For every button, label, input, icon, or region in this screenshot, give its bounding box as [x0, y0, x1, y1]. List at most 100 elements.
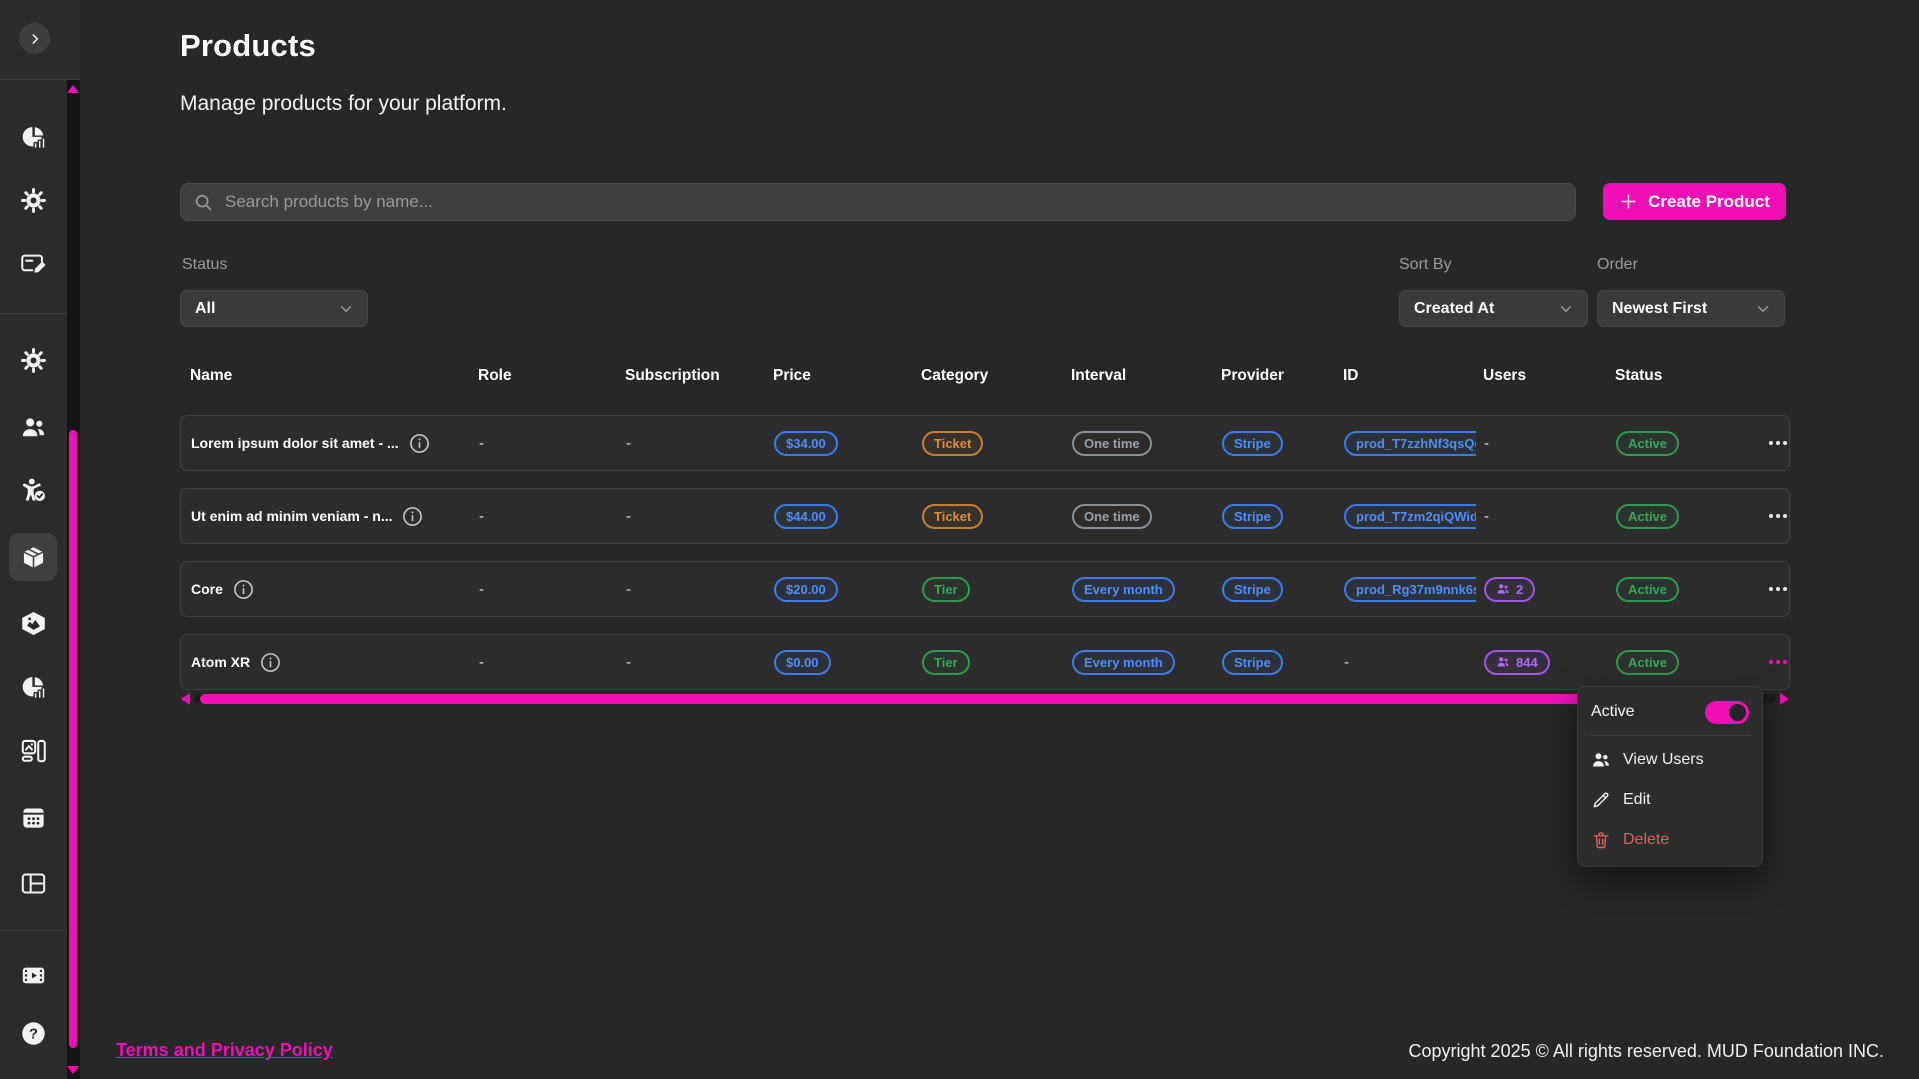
- row-actions-button[interactable]: [1765, 654, 1789, 670]
- info-icon[interactable]: [409, 433, 430, 454]
- users-value: -: [1484, 508, 1489, 525]
- menu-item-edit[interactable]: Edit: [1578, 780, 1762, 820]
- sidebar-item-help[interactable]: ?: [9, 1009, 57, 1057]
- search-input[interactable]: [180, 183, 1576, 221]
- sidebar-item-settings[interactable]: [9, 336, 57, 384]
- sidebar-item-billing[interactable]: [9, 239, 57, 287]
- users-icon: [1591, 750, 1611, 770]
- subscription-value: -: [626, 435, 631, 452]
- status-filter-value: All: [195, 300, 215, 318]
- sortby-filter-select[interactable]: Created At: [1399, 290, 1588, 327]
- interval-badge: One time: [1072, 431, 1152, 456]
- product-name: Lorem ipsum dolor sit amet - ...: [191, 435, 399, 451]
- sidebar-item-events[interactable]: [9, 793, 57, 841]
- video-player-icon: [20, 962, 47, 989]
- toggle-knob: [1729, 704, 1746, 721]
- column-header-subscription: Subscription: [617, 367, 765, 385]
- sidebar-header: [0, 0, 80, 80]
- active-toggle-label: Active: [1591, 703, 1635, 721]
- sidebar-scrollbar-thumb[interactable]: [69, 430, 77, 1048]
- sidebar-item-assets[interactable]: [9, 599, 57, 647]
- users-icon: [20, 414, 47, 441]
- info-icon[interactable]: [233, 579, 254, 600]
- row-context-menu: Active View Users Edit Delete: [1577, 686, 1763, 867]
- row-actions-button[interactable]: [1765, 435, 1789, 451]
- person-check-icon: [20, 477, 47, 504]
- scroll-left-arrow-icon[interactable]: [181, 693, 190, 705]
- scroll-right-arrow-icon[interactable]: [1780, 693, 1789, 705]
- order-filter-select[interactable]: Newest First: [1597, 290, 1785, 327]
- subscription-value: -: [626, 654, 631, 671]
- column-header-provider: Provider: [1213, 367, 1335, 385]
- row-actions-button[interactable]: [1765, 508, 1789, 524]
- product-id-value: -: [1344, 654, 1349, 671]
- users-icon: [1496, 582, 1510, 596]
- sidebar-scrollbar[interactable]: [67, 80, 80, 1079]
- column-header-price: Price: [765, 367, 913, 385]
- panel-layout-icon: [20, 870, 47, 897]
- sidebar-item-media[interactable]: [9, 726, 57, 774]
- gear-icon: [20, 347, 47, 374]
- table-row[interactable]: Ut enim ad minim veniam - n... - - $44.0…: [180, 488, 1790, 544]
- product-name: Atom XR: [191, 654, 250, 670]
- scroll-down-arrow-icon[interactable]: [67, 1066, 79, 1074]
- menu-item-view-users[interactable]: View Users: [1578, 740, 1762, 780]
- search-bar: [180, 183, 1576, 221]
- calendar-icon: [20, 804, 47, 831]
- sidebar-expand-button[interactable]: [19, 23, 50, 54]
- table-horizontal-scrollbar[interactable]: [180, 692, 1790, 706]
- price-badge: $34.00: [774, 431, 838, 456]
- chevron-down-icon: [337, 300, 355, 318]
- sidebar-item-videos[interactable]: [9, 951, 57, 999]
- menu-item-label: Edit: [1623, 791, 1651, 809]
- info-icon[interactable]: [260, 652, 281, 673]
- sidebar-divider: [0, 313, 67, 314]
- sidebar-item-reports[interactable]: [9, 663, 57, 711]
- copyright-text: Copyright 2025 © All rights reserved. MU…: [1409, 1041, 1884, 1062]
- interval-badge: Every month: [1072, 577, 1175, 602]
- sidebar-item-settings-top[interactable]: [9, 176, 57, 224]
- menu-item-delete[interactable]: Delete: [1578, 820, 1762, 860]
- users-count: 2: [1516, 581, 1523, 598]
- scroll-up-arrow-icon[interactable]: [67, 85, 79, 93]
- status-filter-label: Status: [182, 256, 227, 274]
- status-filter-select[interactable]: All: [180, 290, 368, 327]
- scrollbar-thumb[interactable]: [200, 694, 1752, 704]
- subscription-value: -: [626, 581, 631, 598]
- trash-icon: [1591, 830, 1611, 850]
- table-row[interactable]: Core - - $20.00 Tier Every month Stripe …: [180, 561, 1790, 617]
- package-icon: [20, 544, 47, 571]
- media-layout-icon: [20, 737, 47, 764]
- sidebar-item-users[interactable]: [9, 403, 57, 451]
- table-row[interactable]: Lorem ipsum dolor sit amet - ... - - $34…: [180, 415, 1790, 471]
- chevron-down-icon: [1557, 300, 1575, 318]
- active-toggle[interactable]: [1705, 701, 1749, 724]
- interval-badge: One time: [1072, 504, 1152, 529]
- sidebar-item-layout[interactable]: [9, 859, 57, 907]
- sidebar-item-members[interactable]: [9, 466, 57, 514]
- main-content: Products Manage products for your platfo…: [80, 0, 1919, 1079]
- chevron-down-icon: [1754, 300, 1772, 318]
- menu-divider: [1590, 735, 1750, 736]
- product-id-badge: prod_T7zzhNf3qsQd: [1344, 431, 1476, 456]
- users-count-badge[interactable]: 844: [1484, 650, 1550, 675]
- menu-active-row: Active: [1578, 693, 1762, 731]
- sidebar-item-products[interactable]: [9, 533, 57, 581]
- table-row[interactable]: Atom XR - - $0.00 Tier Every month Strip…: [180, 634, 1790, 690]
- info-icon[interactable]: [402, 506, 423, 527]
- page-title: Products: [180, 28, 316, 64]
- analytics-pie-icon: [20, 124, 47, 151]
- create-product-button[interactable]: Create Product: [1603, 183, 1786, 220]
- row-actions-button[interactable]: [1765, 581, 1789, 597]
- product-id-badge: prod_T7zm2qiQWid: [1344, 504, 1476, 529]
- users-count: 844: [1516, 654, 1538, 671]
- role-value: -: [479, 581, 484, 598]
- terms-privacy-link[interactable]: Terms and Privacy Policy: [116, 1040, 333, 1061]
- role-value: -: [479, 508, 484, 525]
- page-subtitle: Manage products for your platform.: [180, 92, 507, 116]
- column-header-name: Name: [180, 367, 470, 385]
- users-icon: [1496, 655, 1510, 669]
- sidebar-item-analytics[interactable]: [9, 113, 57, 161]
- users-count-badge[interactable]: 2: [1484, 577, 1535, 602]
- provider-badge: Stripe: [1222, 504, 1283, 529]
